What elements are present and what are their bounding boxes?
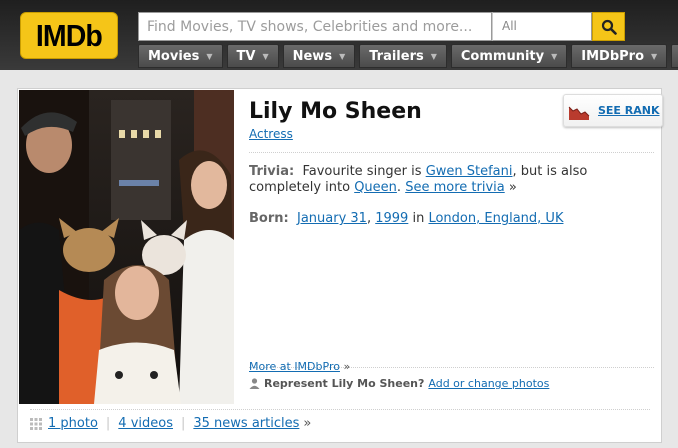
photos-link[interactable]: 1 photo (48, 416, 98, 431)
name-overview-card: Lily Mo Sheen Actress SEE RANK Trivia: F… (17, 88, 663, 443)
occupation-link[interactable]: Actress (249, 127, 293, 141)
nav-apps[interactable]: Ap (671, 44, 678, 68)
birth-year-link[interactable]: 1999 (375, 211, 408, 226)
born-label: Born: (249, 211, 289, 226)
nav-tv[interactable]: TV ▼ (226, 44, 279, 68)
trivia-text: Favourite singer is (302, 164, 422, 179)
nav-movies[interactable]: Movies ▼ (138, 44, 223, 68)
raquo: » (303, 416, 312, 431)
chevron-down-icon: ▼ (430, 51, 437, 61)
chevron-down-icon: ▼ (551, 51, 558, 61)
born-section: Born: January 31, 1999 in London, Englan… (249, 211, 563, 226)
more-at-imdbpro: More at IMDbPro » (249, 360, 350, 373)
nav-label: Trailers (369, 48, 424, 64)
logo-text: IMDb (35, 17, 103, 53)
videos-link[interactable]: 4 videos (118, 416, 173, 431)
see-rank-button[interactable]: SEE RANK (563, 94, 663, 127)
main-nav: Movies ▼ TV ▼ News ▼ Trailers ▼ Community ▼ I… (138, 44, 678, 68)
nav-label: IMDbPro (581, 48, 645, 64)
trivia-link-queen[interactable]: Queen (354, 180, 397, 195)
grid-icon (30, 417, 42, 430)
site-header: IMDb All Movies ▼ TV ▼ News ▼ Trailers ▼ Com… (0, 0, 678, 70)
see-rank-label: SEE RANK (598, 104, 660, 117)
chevron-down-icon: ▼ (651, 51, 658, 61)
chevron-down-icon: ▼ (206, 51, 213, 61)
see-more-trivia-link[interactable]: See more trivia (405, 180, 505, 195)
profile-photo[interactable] (19, 90, 234, 404)
search-category-value: All (502, 19, 517, 33)
rank-chart-icon (568, 106, 590, 120)
nav-trailers[interactable]: Trailers ▼ (359, 44, 447, 68)
trivia-text: . (396, 180, 402, 195)
nav-imdbpro[interactable]: IMDbPro ▼ (571, 44, 668, 68)
divider (30, 409, 650, 410)
nav-label: Movies (148, 48, 200, 64)
person-icon (249, 378, 260, 389)
represent-row: Represent Lily Mo Sheen? Add or change p… (249, 377, 549, 390)
add-change-photos-link[interactable]: Add or change photos (428, 377, 549, 390)
more-at-imdbpro-link[interactable]: More at IMDbPro (249, 360, 340, 373)
trivia-link-gwen-stefani[interactable]: Gwen Stefani (426, 164, 513, 179)
search-category-select[interactable]: All (492, 12, 592, 41)
nav-community[interactable]: Community ▼ (450, 44, 568, 68)
trivia-label: Trivia: (249, 164, 295, 179)
profile-photo-image (19, 90, 234, 404)
search-button[interactable] (592, 12, 625, 41)
person-name: Lily Mo Sheen (249, 99, 422, 124)
trivia-section: Trivia: Favourite singer is Gwen Stefani… (249, 164, 649, 196)
raquo: » (508, 180, 517, 195)
divider (249, 152, 654, 153)
nav-label: News (292, 48, 333, 64)
search-icon (601, 19, 617, 35)
separator: | (180, 416, 186, 431)
born-in-text: in (412, 211, 425, 226)
birth-place-link[interactable]: London, England, UK (428, 211, 563, 226)
represent-label: Represent Lily Mo Sheen? (264, 377, 425, 390)
nav-label: TV (236, 48, 256, 64)
born-separator: , (366, 211, 372, 226)
media-links-bar: 1 photo | 4 videos | 35 news articles » (30, 416, 311, 431)
chevron-down-icon: ▼ (262, 51, 269, 61)
nav-news[interactable]: News ▼ (282, 44, 356, 68)
search-input[interactable] (138, 12, 492, 41)
nav-label: Community (460, 48, 545, 64)
chevron-down-icon: ▼ (339, 51, 346, 61)
raquo: » (343, 360, 351, 373)
news-articles-link[interactable]: 35 news articles (193, 416, 299, 431)
birth-date-link[interactable]: January 31 (297, 211, 367, 226)
imdb-logo[interactable]: IMDb (20, 12, 118, 59)
separator: | (105, 416, 111, 431)
